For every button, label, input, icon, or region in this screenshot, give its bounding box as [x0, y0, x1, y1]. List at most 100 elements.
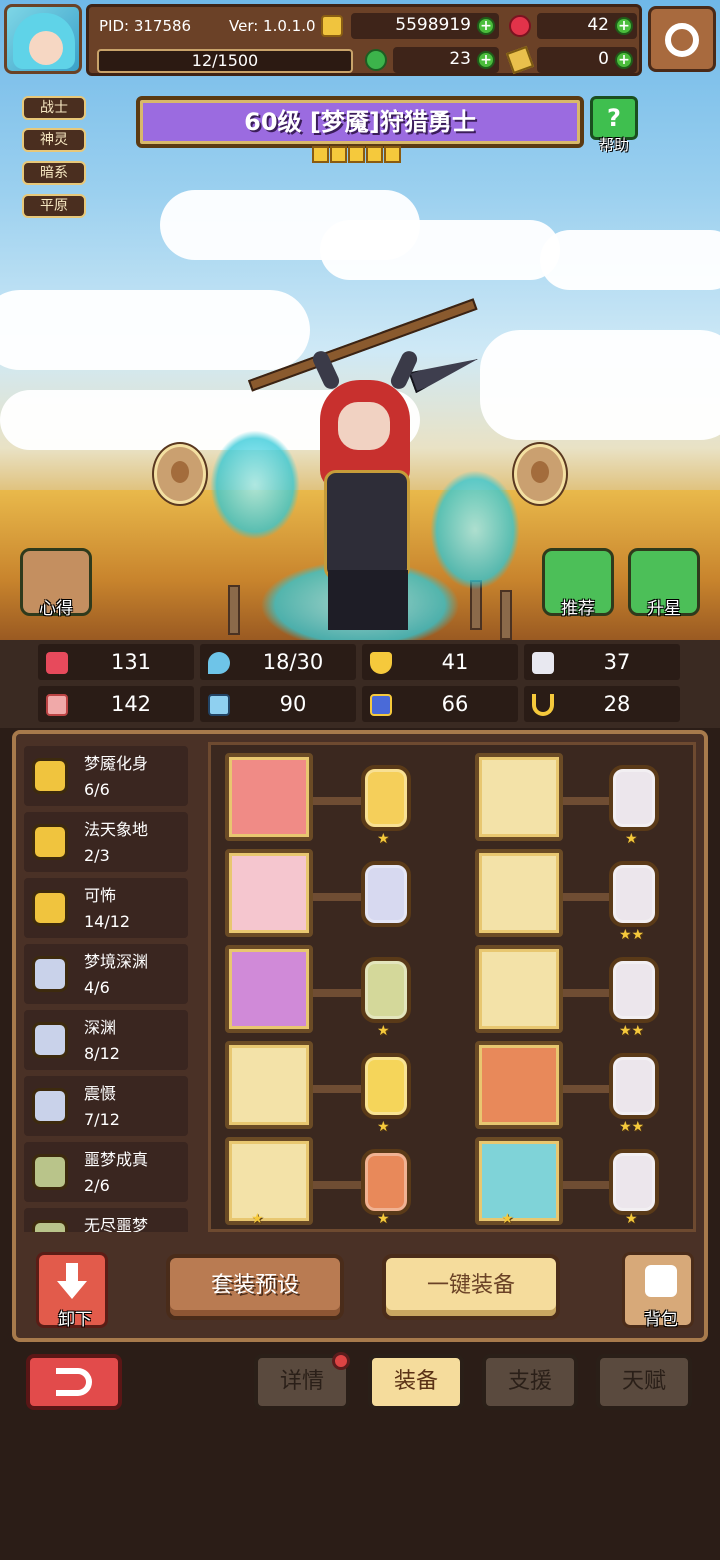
gold-counter[interactable]: 5598919 +: [351, 13, 499, 39]
tag-element[interactable]: 暗系: [22, 161, 86, 185]
left-rune-gem-icon[interactable]: [154, 444, 206, 504]
rune-slot[interactable]: [609, 861, 659, 927]
clover-icon: [365, 49, 387, 71]
ruby-counter[interactable]: 42 +: [537, 13, 637, 39]
set-count: 2/3: [84, 846, 110, 865]
tab-equipment[interactable]: 装备: [368, 1354, 464, 1410]
gold-rune-icon: [32, 758, 68, 794]
stat-resist: 66: [362, 686, 518, 722]
rune-slot[interactable]: [609, 765, 659, 831]
clover-value: 23: [449, 49, 471, 69]
shield-icon: [370, 652, 392, 674]
horseshoe-icon: [532, 694, 554, 716]
set-item[interactable]: 梦魇化身 6/6: [24, 746, 188, 806]
ticket-value: 0: [598, 49, 609, 69]
hero-star-rating: [312, 146, 408, 166]
gold-rune-icon: [32, 890, 68, 926]
star-icon: [348, 146, 365, 163]
help-button[interactable]: ? 帮助: [588, 96, 640, 154]
set-name: 可怖: [84, 886, 117, 905]
add-clover-icon[interactable]: +: [477, 51, 495, 69]
set-item[interactable]: 震慑 7/12: [24, 1076, 188, 1136]
tab-equipment-label: 装备: [393, 1369, 438, 1394]
set-item[interactable]: 无尽噩梦: [24, 1208, 188, 1232]
set-bonus-list[interactable]: 梦魇化身 6/6 法天象地 2/3 可怖 14/12 梦境深渊 4/6 深渊 8…: [24, 742, 194, 1232]
one-click-equip-button[interactable]: 一键装备: [382, 1254, 560, 1320]
tab-talent[interactable]: 天赋: [596, 1354, 692, 1410]
set-item[interactable]: 噩梦成真 2/6: [24, 1142, 188, 1202]
tab-details[interactable]: 详情: [254, 1352, 350, 1410]
set-item[interactable]: 可怖 14/12: [24, 878, 188, 938]
right-rune-gem-icon[interactable]: [514, 444, 566, 504]
heart-icon: [46, 652, 68, 674]
gold-value: 5598919: [395, 15, 471, 35]
version-label: Ver: 1.0.1.0: [229, 17, 316, 35]
backpack-button[interactable]: 背包: [622, 1252, 694, 1330]
experience-bar: 12/1500: [97, 49, 353, 73]
add-gold-icon[interactable]: +: [477, 17, 495, 35]
hero-title: 60级 [梦魇]狩猎勇士: [244, 108, 476, 136]
rune-slot[interactable]: [361, 957, 411, 1023]
set-preset-button[interactable]: 套装预设: [166, 1254, 344, 1320]
add-ruby-icon[interactable]: +: [615, 17, 633, 35]
helmet-slot-icon[interactable]: [475, 753, 563, 841]
armor-slot-icon[interactable]: [475, 849, 563, 937]
ring-slot-heart-icon[interactable]: [225, 1137, 313, 1225]
stat-luck: 28: [524, 686, 680, 722]
necklace-slot-icon[interactable]: [225, 945, 313, 1033]
help-label: 帮助: [598, 136, 629, 154]
settings-button[interactable]: [648, 6, 716, 72]
back-button[interactable]: [26, 1354, 122, 1410]
tab-support-label: 支援: [507, 1369, 552, 1394]
player-avatar[interactable]: [4, 4, 82, 74]
tab-support[interactable]: 支援: [482, 1354, 578, 1410]
tag-terrain[interactable]: 平原: [22, 194, 86, 218]
rune-slot[interactable]: [609, 957, 659, 1023]
rune-slot[interactable]: [361, 1149, 411, 1215]
ticket-counter[interactable]: 0 +: [537, 47, 637, 73]
experience-value: 12/1500: [191, 51, 259, 70]
rune-slot[interactable]: [609, 1053, 659, 1119]
tab-details-label: 详情: [279, 1369, 324, 1394]
star-up-button[interactable]: 升星: [628, 548, 700, 622]
stat-speed-value: 37: [603, 650, 631, 674]
clover-counter[interactable]: 23 +: [393, 47, 499, 73]
hero-character[interactable]: [210, 298, 520, 650]
add-ticket-icon[interactable]: +: [615, 51, 633, 69]
star-up-label: 升星: [647, 599, 681, 619]
water-drop-icon: [208, 652, 230, 674]
gold-coin-icon: [321, 15, 343, 37]
tag-class[interactable]: 战士: [22, 96, 86, 120]
set-count: 6/6: [84, 780, 110, 799]
belt-slot-icon[interactable]: [475, 1041, 563, 1129]
weapon-slot-staff-icon[interactable]: [225, 753, 313, 841]
silver-rune-icon: [32, 1022, 68, 1058]
gauntlet-slot-icon[interactable]: [475, 945, 563, 1033]
tag-race[interactable]: 神灵: [22, 128, 86, 152]
rune-slot[interactable]: [361, 1053, 411, 1119]
insight-button[interactable]: 心得: [20, 548, 92, 622]
set-item[interactable]: 梦境深渊 4/6: [24, 944, 188, 1004]
set-count: 4/6: [84, 978, 110, 997]
silver-rune-icon: [32, 956, 68, 992]
ruby-icon: [509, 15, 531, 37]
recommend-button[interactable]: 推荐: [542, 548, 614, 622]
green-rune-icon: [32, 1220, 68, 1232]
equipment-panel: 梦魇化身 6/6 法天象地 2/3 可怖 14/12 梦境深渊 4/6 深渊 8…: [12, 730, 708, 1342]
charm-slot-cat-icon[interactable]: [225, 1041, 313, 1129]
stat-attack: 142: [38, 686, 194, 722]
set-item[interactable]: 深渊 8/12: [24, 1010, 188, 1070]
set-name: 梦境深渊: [84, 952, 149, 971]
stat-speed: 37: [524, 644, 680, 680]
stat-attack-value: 142: [110, 692, 152, 716]
set-item[interactable]: 法天象地 2/3: [24, 812, 188, 872]
accessory-slot-bear-icon[interactable]: [225, 849, 313, 937]
stat-defense-value: 41: [441, 650, 469, 674]
ticket-icon: [505, 45, 535, 75]
rune-slot[interactable]: [361, 861, 411, 927]
hero-stats: 131 18/30 41 37 142 90 66 28: [0, 640, 720, 728]
unload-button[interactable]: 卸下: [36, 1252, 108, 1330]
rune-slot[interactable]: [361, 765, 411, 831]
boots-slot-icon[interactable]: [475, 1137, 563, 1225]
rune-slot[interactable]: [609, 1149, 659, 1215]
